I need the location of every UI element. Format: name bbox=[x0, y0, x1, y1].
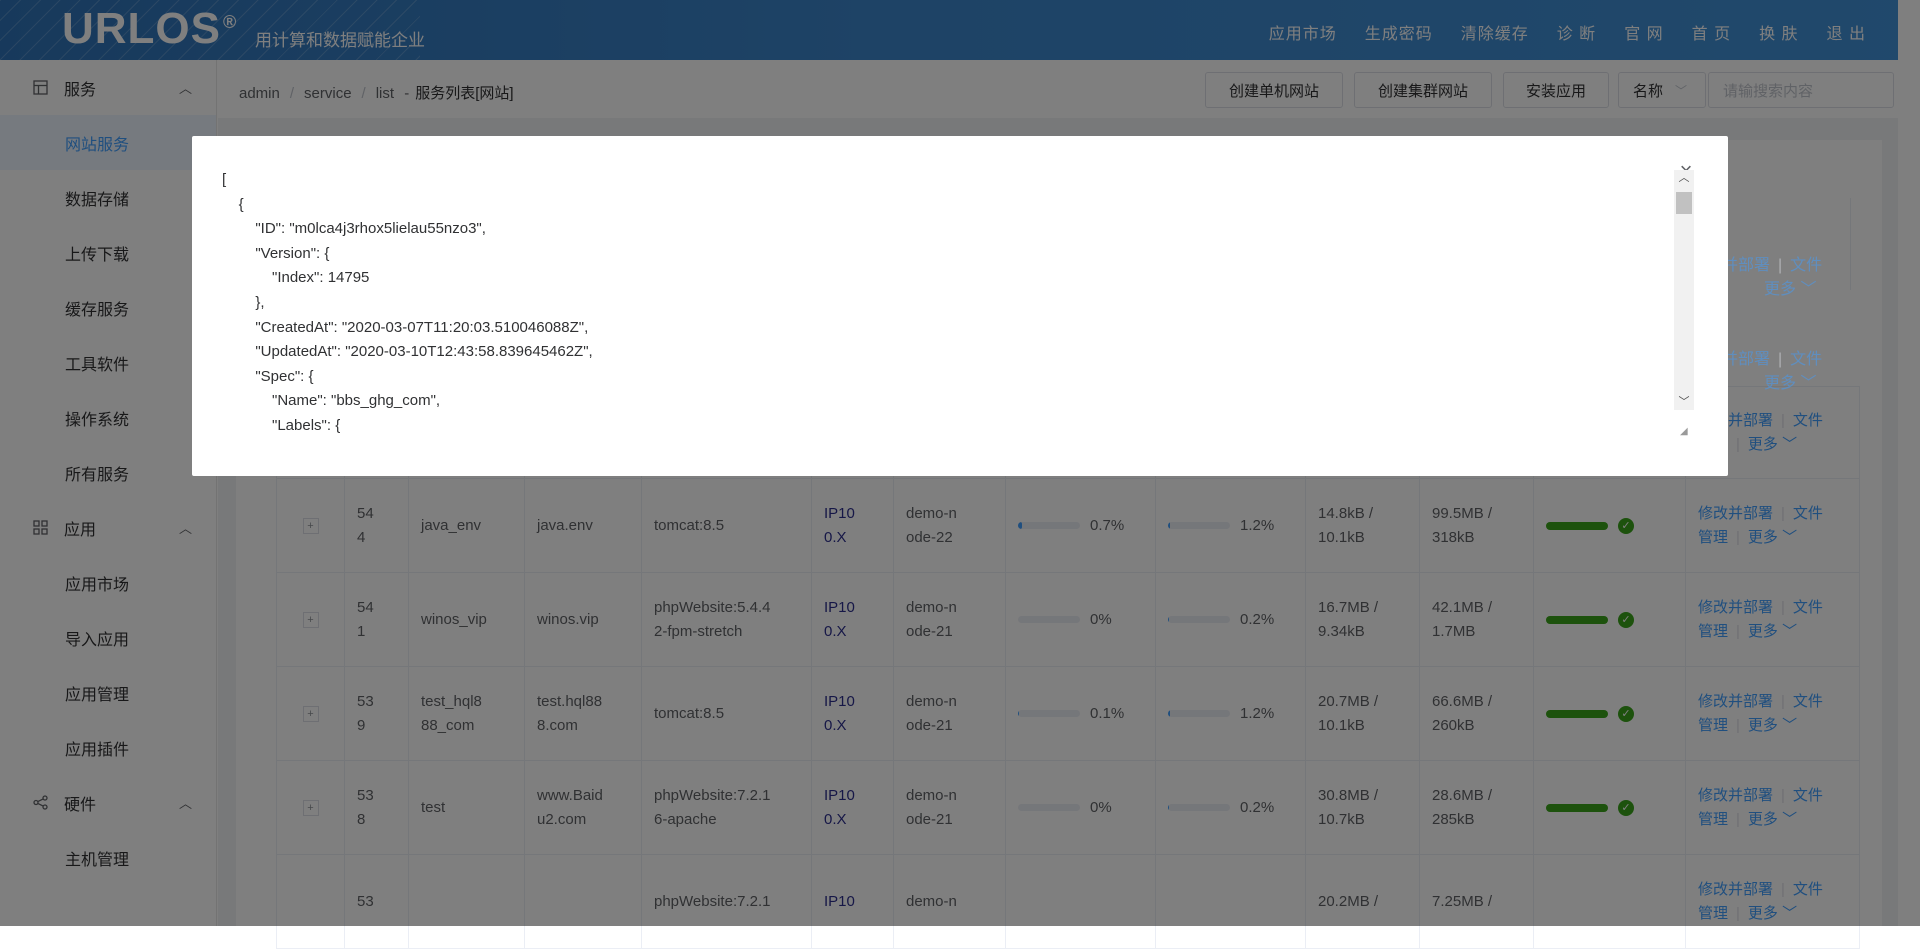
json-textarea[interactable]: [ { "ID": "m0lca4j3rhox5lielau55nzo3", "… bbox=[222, 168, 1688, 450]
scroll-thumb[interactable] bbox=[1676, 192, 1692, 214]
scroll-up-icon[interactable]: ︿ bbox=[1674, 170, 1694, 186]
scroll-down-icon[interactable]: ﹀ bbox=[1674, 394, 1694, 410]
resize-handle-icon[interactable]: ◢ bbox=[1680, 426, 1688, 437]
textarea-scrollbar[interactable]: ︿ ﹀ bbox=[1674, 170, 1694, 410]
json-modal: × [ { "ID": "m0lca4j3rhox5lielau55nzo3",… bbox=[192, 136, 1728, 476]
